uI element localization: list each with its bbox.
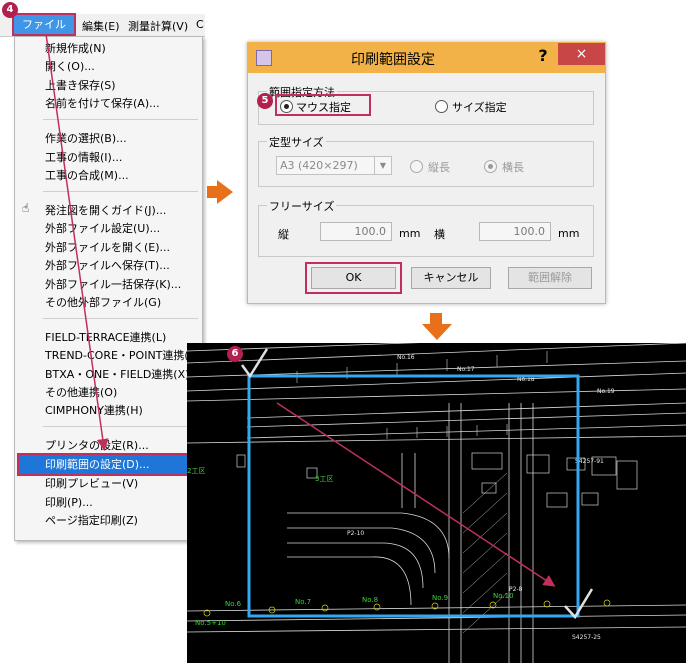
cad-point-label: S4257-25 [572,634,601,641]
cad-point-label: No.16 [397,354,415,361]
radio-landscape[interactable] [484,160,497,173]
cad-station-label: No.9 [432,594,448,602]
print-range-dialog: 印刷範囲設定 ? × 範囲指定方法 マウス指定 サイズ指定 5 定型サイズ A3… [247,42,606,304]
step-badge-6: 6 [227,346,243,362]
horizontal-label: 横 [434,228,445,241]
radio-size[interactable] [435,100,448,113]
radio-landscape-label: 横長 [502,161,524,174]
cad-point-label: No.17 [457,366,475,373]
cad-zone-label: 2工区 [187,467,205,475]
chevron-down-icon: ▼ [374,157,391,174]
dialog-title: 印刷範囲設定 [351,52,435,68]
cad-station-label: No.7 [295,598,311,606]
radio-portrait-label: 縦長 [428,161,450,174]
cad-point-label: No.19 [597,388,615,395]
cad-point-label: P2-8 [509,586,523,593]
cancel-button[interactable]: キャンセル [411,267,491,289]
cad-drawing-view[interactable]: No.6 No.7 No.8 No.9 No.10 No.5+10 3工区 2工… [187,343,686,663]
horizontal-size-input[interactable]: 100.0 [479,222,551,241]
free-size-label: フリーサイズ [267,198,337,214]
vertical-label: 縦 [278,228,289,241]
ok-button[interactable]: OK [311,267,396,289]
vertical-size-input[interactable]: 100.0 [320,222,392,241]
paper-size-value: A3 (420×297) [280,159,358,172]
step-arrow-down-icon [422,313,452,340]
close-button[interactable]: × [558,43,605,65]
horizontal-unit: mm [558,227,580,240]
cad-station-label: No.8 [362,596,378,604]
clear-range-button[interactable]: 範囲解除 [508,267,592,289]
step-badge-5: 5 [257,93,273,109]
fixed-size-label: 定型サイズ [267,134,326,150]
cad-zone-label: 3工区 [315,475,333,483]
cad-station-label: No.10 [493,592,514,600]
start-click-check-icon [240,348,269,379]
radio-portrait[interactable] [410,160,423,173]
paper-size-select[interactable]: A3 (420×297) ▼ [276,156,392,175]
radio-size-label: サイズ指定 [452,101,507,114]
cad-station-label: No.5+10 [195,619,226,627]
radio-mouse[interactable] [280,100,293,113]
vertical-unit: mm [399,227,421,240]
radio-mouse-label: マウス指定 [296,101,351,114]
step-arrow-right-stem [207,186,217,198]
cad-drawing-canvas: No.6 No.7 No.8 No.9 No.10 No.5+10 3工区 2工… [187,343,686,663]
cad-point-label: P2-10 [347,530,364,537]
help-button[interactable]: ? [533,46,553,68]
step-arrow-right-icon [217,180,233,204]
cad-station-label: No.6 [225,600,242,608]
